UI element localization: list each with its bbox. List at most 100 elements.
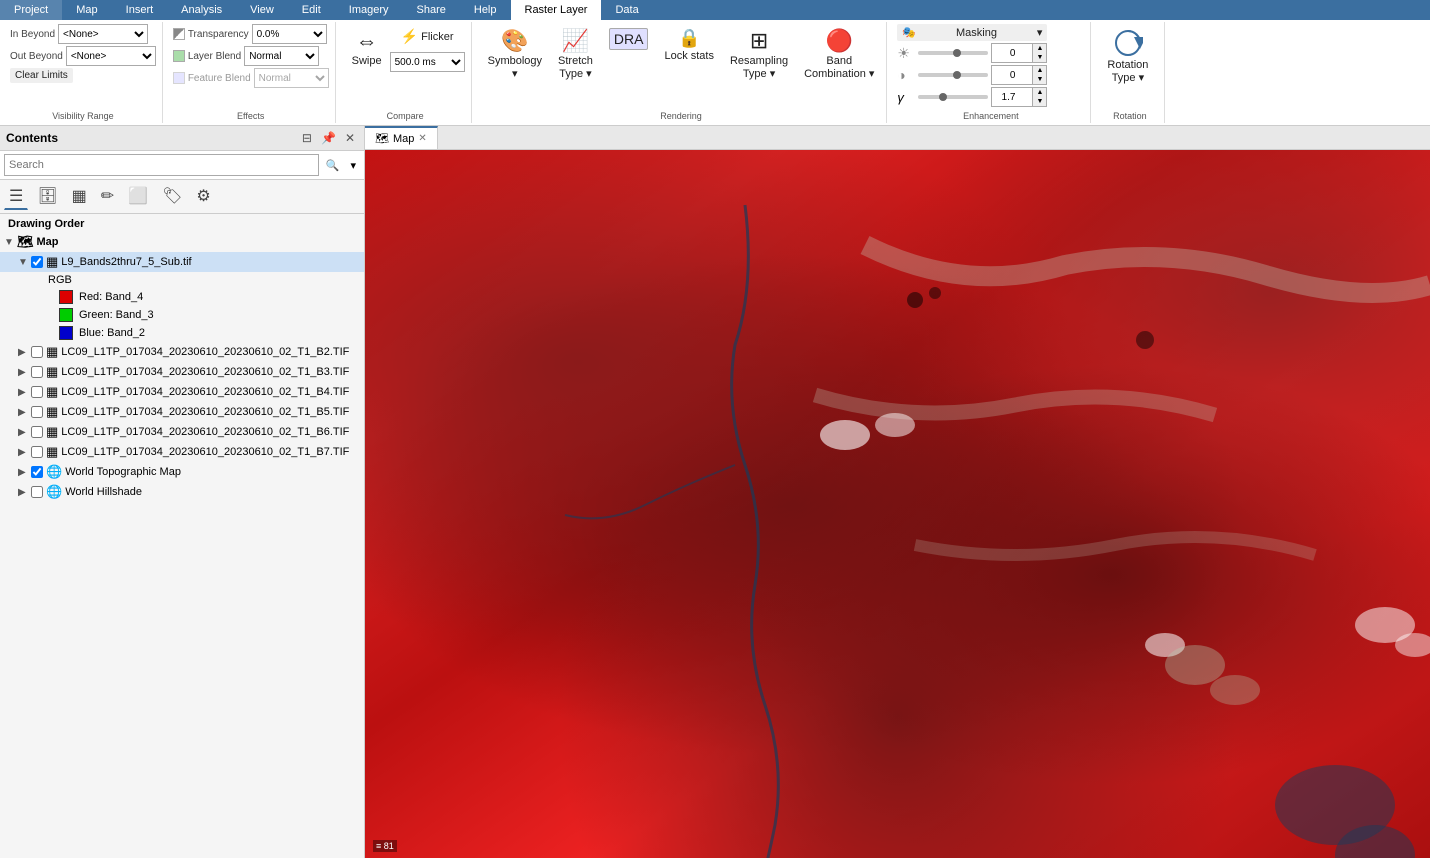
gamma-down[interactable]: ▼ <box>1032 97 1046 106</box>
tab-data[interactable]: Data <box>601 0 652 20</box>
expand-arrow-b3-tif[interactable]: ▶ <box>18 367 28 378</box>
layer-item-world-topo[interactable]: ▶🌐World Topographic Map <box>0 462 364 482</box>
layer-item-world-hillshade[interactable]: ▶🌐World Hillshade <box>0 482 364 502</box>
view-icon-settings[interactable]: ⚙ <box>191 183 215 210</box>
layer-label-blue-band: Blue: Band_2 <box>79 327 145 339</box>
brightness-down[interactable]: ▼ <box>1032 53 1046 62</box>
pin-icon[interactable]: 📌 <box>318 130 339 146</box>
enhancement-group: 🎭 Masking ▾ ☀ ▲ ▼ <box>891 22 1091 123</box>
transparency-select[interactable]: 0.0% <box>252 24 327 44</box>
view-icon-polygon[interactable]: ⬜ <box>123 183 153 210</box>
view-icon-line[interactable]: ✏ <box>96 183 119 210</box>
layer-label-b4-tif: LC09_L1TP_017034_20230610_20230610_02_T1… <box>61 386 349 398</box>
tab-analysis[interactable]: Analysis <box>167 0 236 20</box>
masking-label: Masking <box>956 27 997 39</box>
view-icon-raster[interactable]: ▦ <box>67 183 92 210</box>
swipe-button[interactable]: ⇔ Swipe <box>346 24 388 71</box>
in-beyond-select[interactable]: <None> <box>58 24 148 44</box>
checkbox-b2-tif[interactable] <box>31 346 43 358</box>
symbology-button[interactable]: 🎨 Symbology ▾ <box>482 24 548 84</box>
layer-icon-l9-bands: ▦ <box>46 254 58 270</box>
clear-limits-button[interactable]: Clear Limits <box>10 68 73 83</box>
tab-imagery[interactable]: Imagery <box>335 0 403 20</box>
tab-project[interactable]: Project <box>0 0 62 20</box>
resampling-type-button[interactable]: ⊞ Resampling Type ▾ <box>724 24 794 84</box>
expand-arrow-b6-tif[interactable]: ▶ <box>18 427 28 438</box>
checkbox-b3-tif[interactable] <box>31 366 43 378</box>
tab-view[interactable]: View <box>236 0 288 20</box>
search-input[interactable] <box>4 154 319 176</box>
band-combination-button[interactable]: 🔴 Band Combination ▾ <box>798 24 880 84</box>
color-green-band <box>59 308 73 322</box>
contrast-spinbox: ▲ ▼ <box>991 65 1047 85</box>
tab-raster-layer[interactable]: Raster Layer <box>511 0 602 20</box>
checkbox-b5-tif[interactable] <box>31 406 43 418</box>
layer-item-b4-tif[interactable]: ▶▦LC09_L1TP_017034_20230610_20230610_02_… <box>0 382 364 402</box>
expand-arrow-world-topo[interactable]: ▶ <box>18 467 28 478</box>
flicker-speed-select[interactable]: 500.0 ms <box>390 52 465 72</box>
gamma-up[interactable]: ▲ <box>1032 88 1046 97</box>
layer-item-blue-band[interactable]: Blue: Band_2 <box>0 324 364 342</box>
visibility-range-content: In Beyond <None> Out Beyond <None> Clear… <box>10 24 156 97</box>
out-beyond-select[interactable]: <None> <box>66 46 156 66</box>
tab-share[interactable]: Share <box>403 0 460 20</box>
contrast-up[interactable]: ▲ <box>1032 66 1046 75</box>
masking-button[interactable]: 🎭 Masking ▾ <box>897 24 1047 41</box>
search-dropdown-icon[interactable]: ▾ <box>346 157 360 174</box>
close-icon[interactable]: ✕ <box>342 130 358 146</box>
map-tab[interactable]: 🗺 Map ✕ <box>365 126 438 149</box>
expand-arrow-b7-tif[interactable]: ▶ <box>18 447 28 458</box>
filter-icon[interactable]: ⊟ <box>299 130 315 146</box>
expand-arrow-b4-tif[interactable]: ▶ <box>18 387 28 398</box>
flicker-icon: ⚡ <box>401 28 418 45</box>
expand-arrow-world-hillshade[interactable]: ▶ <box>18 487 28 498</box>
expand-arrow-b2-tif[interactable]: ▶ <box>18 347 28 358</box>
layer-blend-select[interactable]: Normal <box>244 46 319 66</box>
layer-item-b6-tif[interactable]: ▶▦LC09_L1TP_017034_20230610_20230610_02_… <box>0 422 364 442</box>
contrast-slider[interactable] <box>918 73 988 77</box>
tab-edit[interactable]: Edit <box>288 0 335 20</box>
checkbox-b6-tif[interactable] <box>31 426 43 438</box>
view-icon-label[interactable]: 🏷 <box>157 183 187 210</box>
gamma-input[interactable] <box>992 88 1032 106</box>
expand-arrow-l9-bands[interactable]: ▼ <box>18 257 28 268</box>
brightness-slider[interactable] <box>918 51 988 55</box>
layer-item-b7-tif[interactable]: ▶▦LC09_L1TP_017034_20230610_20230610_02_… <box>0 442 364 462</box>
flicker-button[interactable]: ⚡ Flicker <box>390 24 465 49</box>
checkbox-b7-tif[interactable] <box>31 446 43 458</box>
rotation-type-button[interactable]: Rotation Type ▾ <box>1101 24 1154 88</box>
feature-blend-select[interactable]: Normal <box>254 68 329 88</box>
brightness-up[interactable]: ▲ <box>1032 44 1046 53</box>
map-tab-close[interactable]: ✕ <box>418 133 426 144</box>
view-icon-list[interactable]: ☰ <box>4 183 28 210</box>
expand-arrow-map-root[interactable]: ▼ <box>4 237 14 248</box>
layer-item-green-band[interactable]: Green: Band_3 <box>0 306 364 324</box>
tab-map[interactable]: Map <box>62 0 111 20</box>
checkbox-world-hillshade[interactable] <box>31 486 43 498</box>
contrast-down[interactable]: ▼ <box>1032 75 1046 84</box>
tab-help[interactable]: Help <box>460 0 511 20</box>
layer-item-b3-tif[interactable]: ▶▦LC09_L1TP_017034_20230610_20230610_02_… <box>0 362 364 382</box>
layer-item-b5-tif[interactable]: ▶▦LC09_L1TP_017034_20230610_20230610_02_… <box>0 402 364 422</box>
checkbox-b4-tif[interactable] <box>31 386 43 398</box>
brightness-input[interactable] <box>992 44 1032 62</box>
search-button[interactable]: 🔍 <box>322 157 344 174</box>
symbology-label: Symbology <box>488 55 542 67</box>
dra-button[interactable]: DRA DRA <box>603 24 655 67</box>
checkbox-l9-bands[interactable] <box>31 256 43 268</box>
stretch-type-button[interactable]: 📈 Stretch Type ▾ <box>552 24 599 84</box>
contrast-input[interactable] <box>992 66 1032 84</box>
layer-item-red-band[interactable]: Red: Band_4 <box>0 288 364 306</box>
lock-stats-button[interactable]: 🔒 Lock stats <box>658 24 720 66</box>
gamma-slider[interactable] <box>918 95 988 99</box>
expand-arrow-b5-tif[interactable]: ▶ <box>18 407 28 418</box>
view-icon-cylinder[interactable]: 🗄 <box>32 183 62 210</box>
layer-item-l9-bands[interactable]: ▼▦L9_Bands2thru7_5_Sub.tif <box>0 252 364 272</box>
layer-item-map-root[interactable]: ▼🗺Map <box>0 232 364 252</box>
layer-item-b2-tif[interactable]: ▶▦LC09_L1TP_017034_20230610_20230610_02_… <box>0 342 364 362</box>
layer-item-rgb-label[interactable]: RGB <box>0 272 364 288</box>
resampling-label: Resampling <box>730 55 788 67</box>
map-canvas[interactable]: ≡ 81 <box>365 150 1430 858</box>
tab-insert[interactable]: Insert <box>112 0 168 20</box>
checkbox-world-topo[interactable] <box>31 466 43 478</box>
